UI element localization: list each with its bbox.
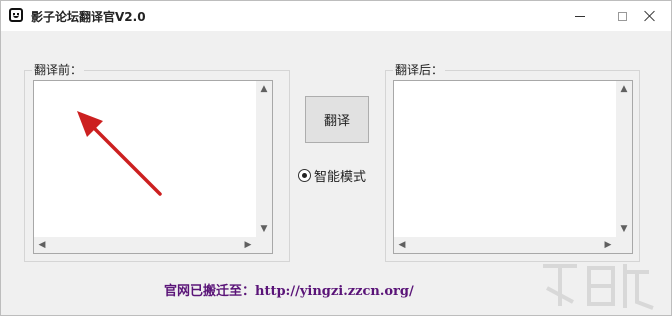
scroll-left-icon[interactable]: ◀: [395, 240, 409, 250]
scroll-up-icon[interactable]: ▲: [616, 84, 632, 94]
smart-mode-label: 智能模式: [314, 169, 367, 185]
result-textarea[interactable]: ▲ ▼ ◀ ▶: [393, 80, 633, 254]
scroll-up-icon[interactable]: ▲: [256, 84, 272, 94]
minimize-button[interactable]: [557, 1, 603, 31]
title-bar[interactable]: 影子论坛翻译官V2.0: [1, 1, 671, 31]
source-vertical-scrollbar[interactable]: ▲ ▼: [256, 81, 272, 237]
result-vertical-scrollbar[interactable]: ▲ ▼: [616, 81, 632, 237]
site-notice: 官网已搬迁至：http://yingzi.zzcn.org/: [164, 284, 414, 299]
smiley-app-icon: [9, 8, 23, 22]
watermark-logo: [543, 264, 654, 310]
scroll-right-icon[interactable]: ▶: [601, 240, 615, 250]
red-arrow-annotation: [77, 111, 162, 196]
scroll-down-icon[interactable]: ▼: [616, 224, 632, 234]
smart-mode-radio[interactable]: [298, 168, 311, 182]
scroll-right-icon[interactable]: ▶: [241, 240, 255, 250]
minimize-icon: [575, 15, 585, 17]
radio-selected-dot: [302, 172, 307, 178]
scrollbar-corner: [256, 237, 272, 253]
result-groupbox: 翻译后： ▲ ▼ ◀ ▶: [385, 63, 640, 262]
smart-mode-option[interactable]: 智能模式: [298, 167, 367, 185]
maximize-icon: [617, 11, 627, 21]
translate-button[interactable]: 翻译: [305, 96, 369, 143]
window-title: 影子论坛翻译官V2.0: [31, 10, 146, 24]
scrollbar-corner: [616, 237, 632, 253]
source-horizontal-scrollbar[interactable]: ◀ ▶: [34, 237, 256, 253]
source-legend: 翻译前：: [32, 63, 85, 77]
close-icon: [644, 10, 656, 22]
result-horizontal-scrollbar[interactable]: ◀ ▶: [394, 237, 616, 253]
close-button[interactable]: [627, 1, 672, 31]
scroll-down-icon[interactable]: ▼: [256, 224, 272, 234]
main-window: 影子论坛翻译官V2.0 翻译前： ▲ ▼ ◀ ▶ 翻译后： ▲ ▼ ◀ ▶ 翻译…: [0, 0, 672, 316]
scroll-left-icon[interactable]: ◀: [35, 240, 49, 250]
result-legend: 翻译后：: [393, 63, 446, 77]
